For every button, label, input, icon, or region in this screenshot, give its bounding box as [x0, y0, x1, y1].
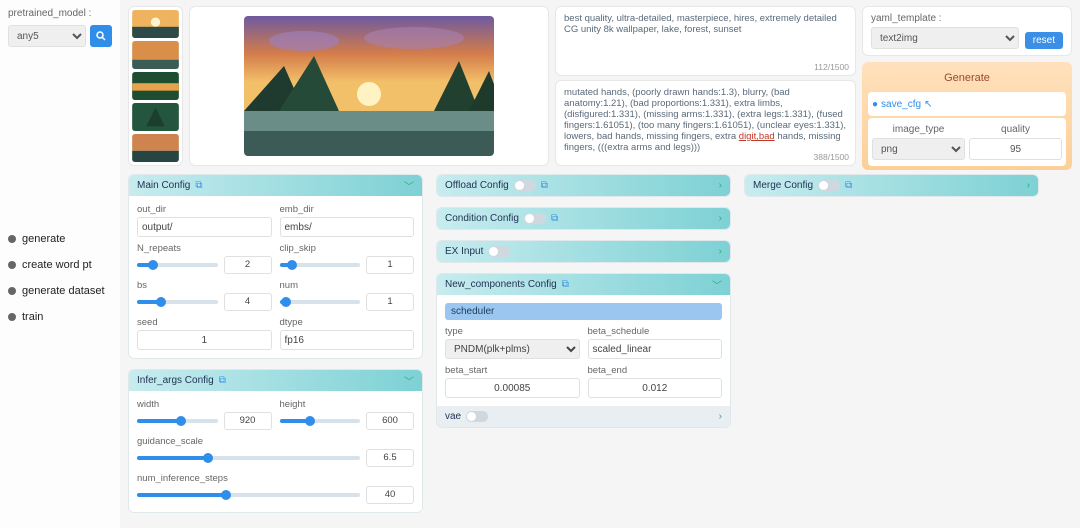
- main-area: best quality, ultra-detailed, masterpiec…: [120, 0, 1080, 528]
- beta-end-input[interactable]: [588, 378, 723, 398]
- emb-dir-input[interactable]: [280, 217, 415, 237]
- new-components-panel: New_components Config ⧉﹀ scheduler typeP…: [436, 273, 731, 428]
- pretrained-model-select[interactable]: any5: [8, 25, 86, 47]
- nav-generate-dataset[interactable]: generate dataset: [8, 285, 112, 297]
- infer-args-header[interactable]: Infer_args Config⧉ ﹀: [129, 370, 422, 391]
- seed-input[interactable]: [137, 330, 272, 350]
- offload-toggle[interactable]: [514, 180, 536, 191]
- thumb-5[interactable]: [132, 134, 179, 162]
- n-repeats-slider[interactable]: [137, 263, 218, 267]
- ex-input-header[interactable]: EX Input ›: [437, 241, 730, 262]
- nav-generate[interactable]: generate: [8, 233, 112, 245]
- thumb-2[interactable]: [132, 41, 179, 69]
- dtype-input[interactable]: [280, 330, 415, 350]
- main-config-header[interactable]: Main Config⧉ ﹀: [129, 175, 422, 196]
- thumb-1[interactable]: [132, 10, 179, 38]
- negative-prompt[interactable]: mutated hands, (poorly drawn hands:1.3),…: [555, 80, 856, 166]
- sidebar: pretrained_model : any5 generate create …: [0, 0, 120, 528]
- thumb-3[interactable]: [132, 72, 179, 100]
- steps-slider[interactable]: [137, 493, 360, 497]
- link-icon: ⧉: [195, 180, 202, 191]
- merge-toggle[interactable]: [818, 180, 840, 191]
- positive-counter: 112/1500: [814, 62, 849, 72]
- guidance-scale-slider[interactable]: [137, 456, 360, 460]
- cursor-icon: ↖: [924, 99, 932, 110]
- offload-config-header[interactable]: Offload Config ⧉›: [437, 175, 730, 196]
- clip-skip-slider[interactable]: [280, 263, 361, 267]
- reset-button[interactable]: reset: [1025, 32, 1063, 49]
- yaml-label: yaml_template :: [871, 13, 1019, 24]
- model-label: pretrained_model :: [8, 8, 112, 19]
- nav-train[interactable]: train: [8, 311, 112, 323]
- ex-toggle[interactable]: [488, 246, 510, 257]
- beta-start-input[interactable]: [445, 378, 580, 398]
- search-icon[interactable]: [90, 25, 112, 47]
- generate-card: Generate ● save_cfg ↖ image_type png qua…: [862, 62, 1072, 170]
- out-dir-input[interactable]: [137, 217, 272, 237]
- preview-image: [189, 6, 549, 166]
- main-config-panel: Main Config⧉ ﹀ out_dir emb_dir N_repeats…: [128, 174, 423, 359]
- chevron-down-icon: ﹀: [404, 178, 414, 193]
- num-slider[interactable]: [280, 300, 361, 304]
- negative-counter: 388/1500: [814, 152, 849, 162]
- vae-header[interactable]: vae ›: [437, 406, 730, 427]
- condition-toggle[interactable]: [524, 213, 546, 224]
- scheduler-type-select[interactable]: PNDM(plk+plms): [445, 339, 580, 359]
- nav-create-word-pt[interactable]: create word pt: [8, 259, 112, 271]
- save-cfg-check[interactable]: ● save_cfg ↖: [872, 99, 932, 110]
- image-type-select[interactable]: png: [872, 138, 965, 160]
- thumb-4[interactable]: [132, 103, 179, 131]
- chevron-down-icon: ﹀: [404, 373, 414, 388]
- merge-config-header[interactable]: Merge Config ⧉›: [745, 175, 1038, 196]
- width-slider[interactable]: [137, 419, 218, 423]
- scheduler-subheader[interactable]: scheduler: [445, 303, 722, 320]
- quality-input[interactable]: [969, 138, 1062, 160]
- thumbnail-strip: [128, 6, 183, 166]
- link-icon: ⧉: [219, 375, 226, 386]
- condition-config-header[interactable]: Condition Config ⧉›: [437, 208, 730, 229]
- generate-button[interactable]: Generate: [868, 72, 1066, 84]
- beta-schedule-input[interactable]: [588, 339, 723, 359]
- infer-args-panel: Infer_args Config⧉ ﹀ width 920 height 60…: [128, 369, 423, 513]
- nav: generate create word pt generate dataset…: [8, 233, 112, 323]
- yaml-template-select[interactable]: text2img: [871, 27, 1019, 49]
- bs-slider[interactable]: [137, 300, 218, 304]
- new-components-header[interactable]: New_components Config ⧉﹀: [437, 274, 730, 295]
- vae-toggle[interactable]: [466, 411, 488, 422]
- height-slider[interactable]: [280, 419, 361, 423]
- positive-prompt[interactable]: best quality, ultra-detailed, masterpiec…: [555, 6, 856, 76]
